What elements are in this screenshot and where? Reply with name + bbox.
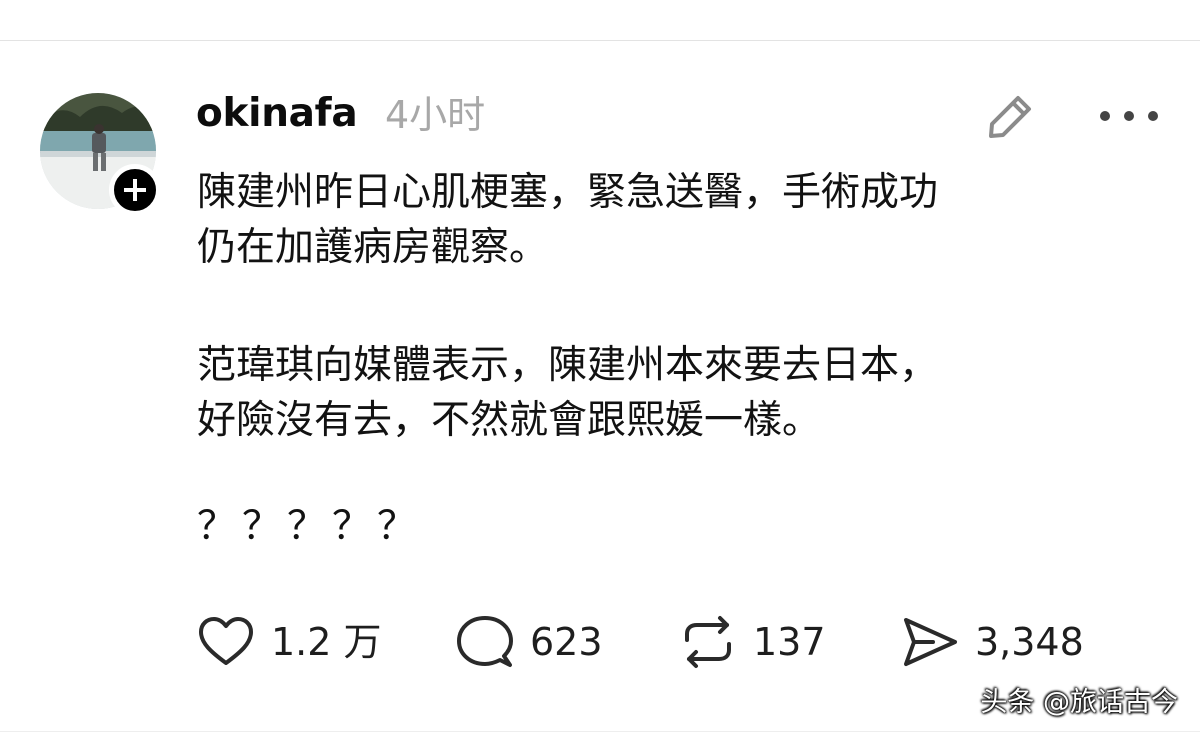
author-username[interactable]: okinafa (196, 89, 358, 139)
plus-icon (124, 179, 146, 201)
watermark: 头条 @旅话古今 (980, 687, 1178, 718)
repost-icon (685, 616, 731, 668)
send-icon (904, 618, 957, 666)
post-text-line: 仍在加護病房觀察。 (197, 225, 549, 270)
bottom-divider (0, 731, 1200, 732)
post-text-line: ？？？？？ (197, 504, 423, 549)
post-paragraph-1: 陳建州昨日心肌梗塞，緊急送醫，手術成功 仍在加護病房觀察。 (197, 165, 938, 275)
like-button[interactable]: 1.2 万 (197, 609, 382, 675)
post-card: okinafa 4小时 陳建州昨日心肌梗塞，緊急送醫，手術成功 仍在加護病房觀察… (0, 41, 1200, 738)
like-count: 1.2 万 (271, 620, 382, 664)
more-options-button[interactable] (1098, 103, 1160, 129)
post-paragraph-2: 范瑋琪向媒體表示，陳建州本來要去日本， 好險沒有去，不然就會跟熙媛一樣。 (197, 338, 938, 448)
post-text-line: 好險沒有去，不然就會跟熙媛一樣。 (197, 398, 822, 443)
repost-button[interactable]: 137 (679, 609, 826, 675)
heart-icon (199, 617, 253, 665)
more-horizontal-icon (1100, 111, 1158, 121)
comment-count: 623 (530, 620, 603, 664)
follow-button[interactable] (109, 164, 161, 216)
post-paragraph-3: ？？？？？ (197, 499, 422, 554)
repost-count: 137 (753, 620, 826, 664)
share-count: 3,348 (975, 620, 1084, 664)
pencil-icon (989, 96, 1031, 138)
comment-bubble-icon (457, 616, 513, 667)
share-button[interactable]: 3,348 (901, 609, 1084, 675)
post-text-line: 范瑋琪向媒體表示，陳建州本來要去日本， (197, 343, 939, 388)
action-bar: 1.2 万 623 137 3,348 (0, 609, 1200, 675)
post-text-line: 陳建州昨日心肌梗塞，緊急送醫，手術成功 (197, 170, 939, 215)
comment-button[interactable]: 623 (456, 609, 603, 675)
post-timestamp: 4小时 (385, 93, 486, 137)
edit-button[interactable] (984, 91, 1036, 143)
